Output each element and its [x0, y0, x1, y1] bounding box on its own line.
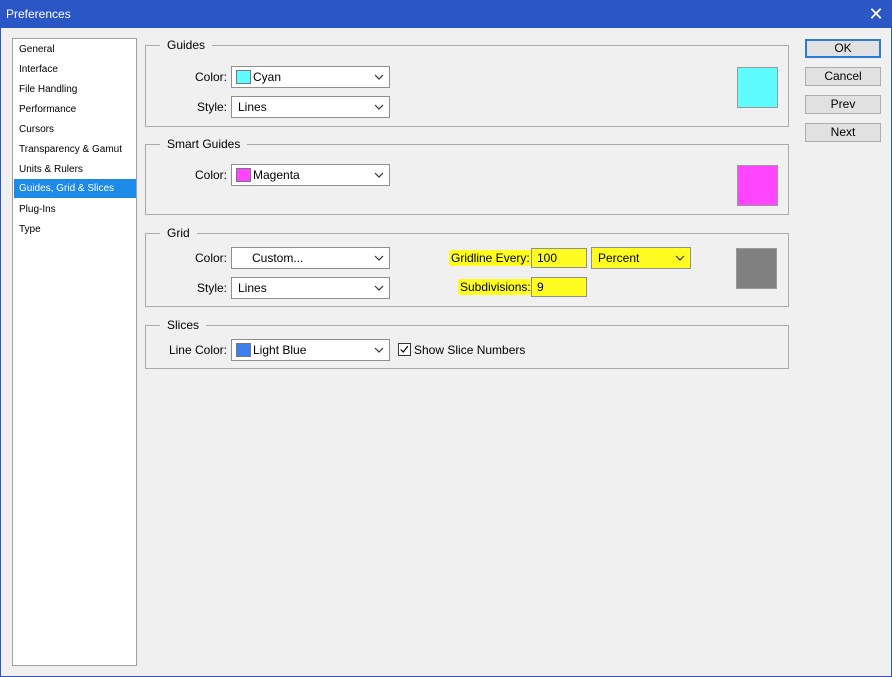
guides-style-label: Style:: [196, 100, 227, 114]
chevron-down-icon: [374, 285, 384, 291]
guides-color-preview[interactable]: [737, 67, 778, 108]
checkmark-icon: [400, 345, 409, 353]
guides-color-value: Cyan: [253, 70, 282, 84]
chevron-down-icon: [374, 104, 384, 110]
guides-style-select[interactable]: Lines: [231, 96, 390, 118]
grid-style-select[interactable]: Lines: [231, 277, 390, 299]
subdivisions-input[interactable]: 9: [531, 277, 587, 297]
cyan-swatch-icon: [236, 70, 251, 84]
chevron-down-icon: [374, 347, 384, 353]
guides-color-label: Color:: [194, 70, 227, 84]
gridline-every-label: Gridline Every:: [449, 250, 532, 266]
nav-item-type[interactable]: Type: [14, 220, 136, 239]
nav-item-cursors[interactable]: Cursors: [14, 120, 136, 139]
grid-title: Grid: [160, 225, 197, 241]
grid-color-value: Custom...: [252, 251, 304, 265]
nav-item-file-handling[interactable]: File Handling: [14, 80, 136, 99]
title-bar: Preferences ✕: [1, 1, 891, 28]
grid-style-label: Style:: [196, 281, 227, 295]
slices-line-color-label: Line Color:: [168, 343, 227, 357]
nav-item-plug-ins[interactable]: Plug-Ins: [14, 200, 136, 219]
next-button[interactable]: Next: [805, 123, 881, 142]
slices-title: Slices: [160, 317, 207, 333]
nav-item-general[interactable]: General: [14, 40, 136, 59]
magenta-swatch-icon: [236, 168, 251, 182]
preferences-dialog: Preferences ✕ General Interface File Han…: [0, 0, 892, 677]
smart-guides-color-select[interactable]: Magenta: [231, 164, 390, 186]
show-slice-numbers-checkbox[interactable]: [398, 343, 411, 356]
cancel-button[interactable]: Cancel: [805, 67, 881, 86]
close-icon[interactable]: ✕: [865, 3, 887, 25]
smart-guides-color-value: Magenta: [253, 168, 300, 182]
nav-item-performance[interactable]: Performance: [14, 100, 136, 119]
gridline-every-input[interactable]: 100: [531, 248, 587, 268]
ok-button[interactable]: OK: [805, 39, 881, 58]
show-slice-numbers-label[interactable]: Show Slice Numbers: [414, 342, 525, 358]
gridline-unit-select[interactable]: Percent: [591, 247, 691, 269]
grid-color-preview[interactable]: [736, 248, 777, 289]
light-blue-swatch-icon: [236, 343, 251, 357]
smart-guides-color-label: Color:: [194, 168, 227, 182]
grid-style-value: Lines: [238, 281, 267, 295]
grid-color-select[interactable]: Custom...: [231, 247, 390, 269]
guides-style-value: Lines: [238, 100, 267, 114]
chevron-down-icon: [374, 255, 384, 261]
chevron-down-icon: [374, 74, 384, 80]
preferences-nav: General Interface File Handling Performa…: [12, 38, 137, 666]
smart-guides-color-preview[interactable]: [737, 165, 778, 206]
subdivisions-label: Subdivisions:: [458, 279, 533, 295]
gridline-unit-value: Percent: [598, 251, 640, 265]
nav-item-transparency-gamut[interactable]: Transparency & Gamut: [14, 140, 136, 159]
guides-color-select[interactable]: Cyan: [231, 66, 390, 88]
nav-item-interface[interactable]: Interface: [14, 60, 136, 79]
nav-item-guides-grid-slices[interactable]: Guides, Grid & Slices: [14, 179, 136, 198]
prev-button[interactable]: Prev: [805, 95, 881, 114]
nav-item-units-rulers[interactable]: Units & Rulers: [14, 160, 136, 179]
guides-title: Guides: [160, 37, 213, 53]
slices-line-color-value: Light Blue: [253, 343, 307, 357]
grid-color-label: Color:: [194, 251, 227, 265]
chevron-down-icon: [675, 255, 685, 261]
chevron-down-icon: [374, 172, 384, 178]
slices-line-color-select[interactable]: Light Blue: [231, 339, 390, 361]
smart-guides-title: Smart Guides: [160, 136, 248, 152]
window-title: Preferences: [6, 7, 71, 21]
